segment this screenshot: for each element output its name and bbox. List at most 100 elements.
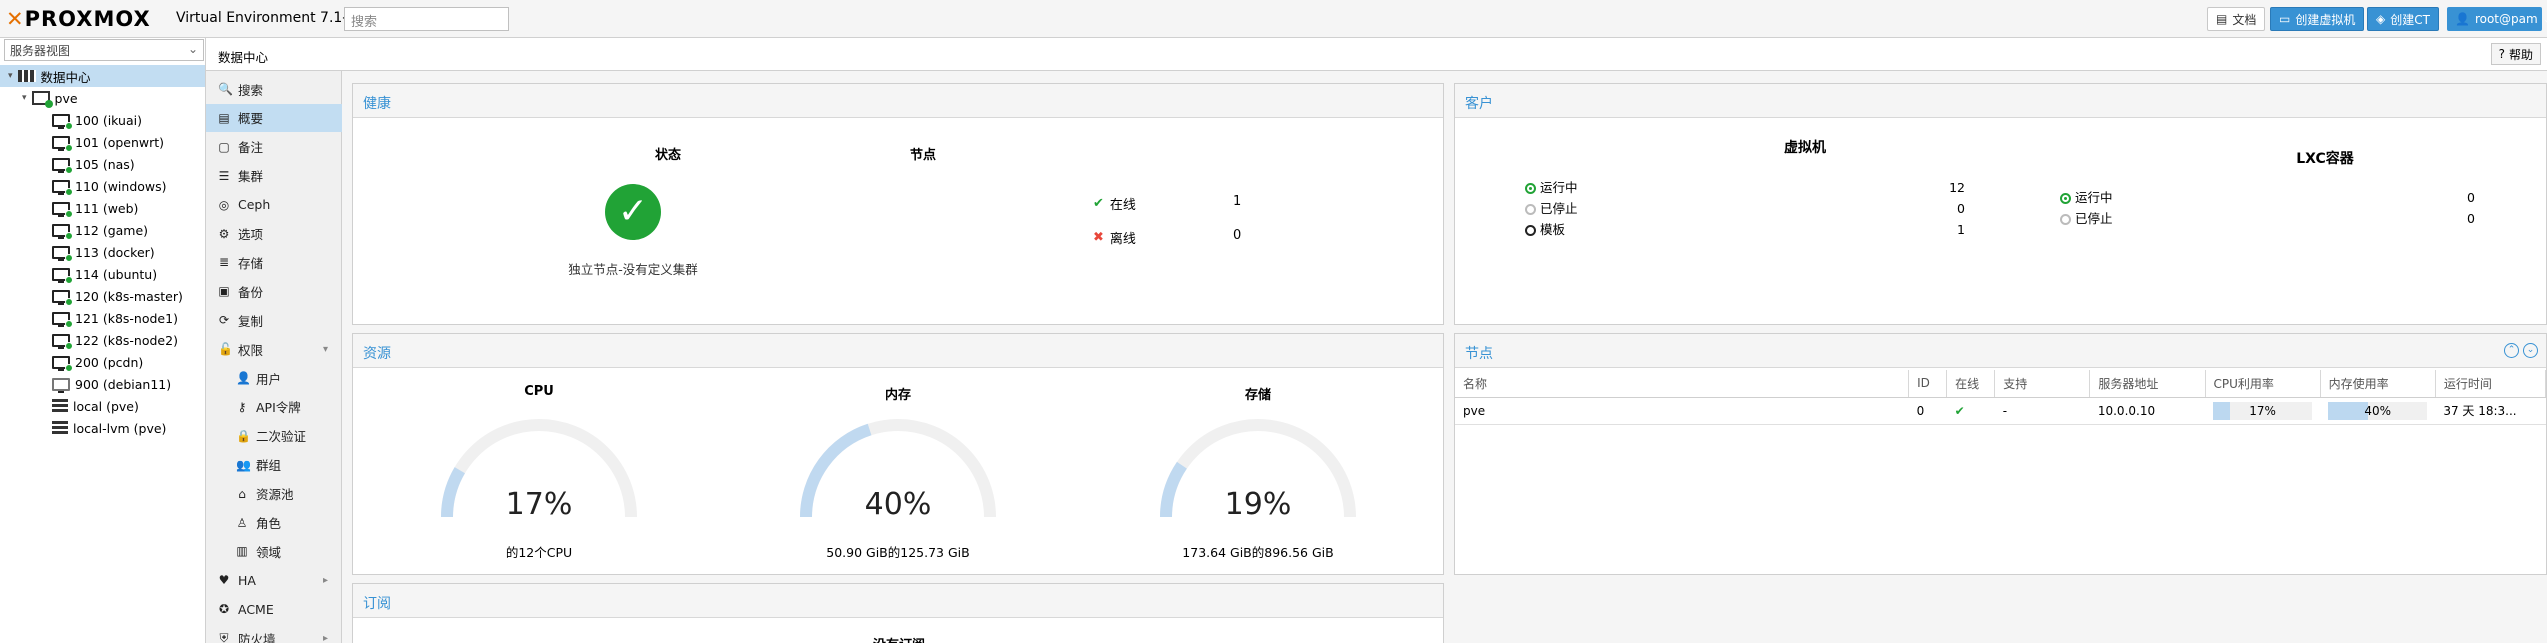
menu-item[interactable]: ▢ 备注 bbox=[206, 133, 342, 161]
menu-item[interactable]: ♥ HA ▸ bbox=[206, 566, 342, 594]
tree-item-label: 100 (ikuai) bbox=[75, 112, 142, 128]
menu-item[interactable]: ▥ 领域 bbox=[206, 537, 342, 565]
stopped-icon bbox=[2060, 214, 2071, 225]
tree-item[interactable]: 114 (ubuntu) bbox=[52, 263, 157, 285]
menu-item[interactable]: ▣ 备份 bbox=[206, 277, 342, 305]
tree-item[interactable]: 900 (debian11) bbox=[52, 373, 171, 395]
tree-item[interactable]: 100 (ikuai) bbox=[52, 109, 142, 131]
menu-item[interactable]: ⛨ 防火墙 ▸ bbox=[206, 624, 342, 643]
tree-item[interactable]: local-lvm (pve) bbox=[52, 417, 166, 439]
create-ct-button[interactable]: ◈ 创建CT bbox=[2367, 7, 2439, 31]
vm-icon bbox=[52, 355, 73, 372]
gauge-heading: 存储 bbox=[1244, 388, 1271, 403]
memory-gauge: 内存 40% 50.90 GiB的125.73 GiB bbox=[788, 384, 1008, 564]
tree-item[interactable]: 105 (nas) bbox=[52, 153, 135, 175]
tree-item[interactable]: 120 (k8s-master) bbox=[52, 285, 183, 307]
gauge-detail: 50.90 GiB的125.73 GiB bbox=[826, 545, 970, 560]
menu-item[interactable]: 🔒 二次验证 bbox=[206, 422, 342, 450]
panel-title: 健康 bbox=[353, 84, 1443, 118]
menu-item[interactable]: ◎ Ceph bbox=[206, 191, 342, 219]
tree-item[interactable]: 122 (k8s-node2) bbox=[52, 329, 178, 351]
times-icon: ✖ bbox=[1093, 230, 1104, 245]
menu-item[interactable]: ✪ ACME bbox=[206, 595, 342, 623]
lxc-heading: LXC容器 bbox=[2296, 151, 2354, 167]
vm-template-row: 模板 bbox=[1525, 219, 1578, 240]
menu-item-label: 概要 bbox=[238, 111, 264, 127]
column-header[interactable]: 支持 bbox=[1994, 370, 2091, 398]
column-header[interactable]: 在线 bbox=[1946, 370, 1996, 398]
gauge-detail: 的12个CPU bbox=[505, 545, 573, 560]
column-header[interactable]: 名称 bbox=[1455, 370, 1910, 398]
template-icon bbox=[1525, 225, 1536, 236]
menu-item[interactable]: ♙ 角色 bbox=[206, 509, 342, 537]
tree-item[interactable]: 110 (windows) bbox=[52, 175, 167, 197]
menu-item-label: 备注 bbox=[238, 140, 264, 156]
help-button[interactable]: ? 帮助 bbox=[2490, 43, 2541, 65]
table-row[interactable]: pve 0 ✔ -10.0.0.10 17% 40% 37 天 18:3... bbox=[1455, 397, 2546, 425]
tree-item[interactable]: 200 (pcdn) bbox=[52, 351, 143, 373]
tree-item[interactable]: local (pve) bbox=[52, 395, 139, 417]
panel-title: 节点 bbox=[1455, 334, 2546, 368]
top-bar: ✕ PROXMOX Virtual Environment 7.1-8 搜索 ▤ 文… bbox=[0, 0, 2547, 38]
column-header[interactable]: 服务器地址 bbox=[2089, 370, 2206, 398]
mem-progress-bar: 40% bbox=[2328, 401, 2428, 420]
menu-item[interactable]: 🔓 权限 ▾ bbox=[206, 335, 342, 363]
cell-id: 0 bbox=[1908, 397, 1947, 425]
unlock-icon: 🔓 bbox=[218, 342, 233, 357]
menu-item[interactable]: ▤ 概要 bbox=[206, 103, 342, 132]
vm-icon bbox=[52, 223, 73, 240]
vm-icon bbox=[52, 135, 73, 152]
menu-item-label: HA bbox=[238, 572, 256, 588]
ceph-icon: ◎ bbox=[218, 197, 230, 212]
proxmox-logo[interactable]: ✕ PROXMOX bbox=[6, 6, 151, 32]
search-input[interactable]: 搜索 bbox=[344, 7, 509, 31]
column-header[interactable]: 运行时间 bbox=[2435, 370, 2547, 398]
docs-button[interactable]: ▤ 文档 bbox=[2207, 7, 2266, 31]
gauge-heading: 内存 bbox=[884, 388, 911, 403]
tree-datacenter[interactable]: ▾ 数据中心 bbox=[0, 65, 205, 87]
menu-item-label: 群组 bbox=[256, 458, 282, 474]
vm-status-list: 运行中 已停止 模板 bbox=[1525, 177, 1578, 240]
vm-icon bbox=[52, 289, 73, 306]
vm-icon bbox=[52, 113, 73, 130]
vm-icon bbox=[52, 179, 73, 196]
male-icon: ♙ bbox=[236, 515, 248, 530]
gauge-value: 17% bbox=[505, 487, 573, 522]
column-header[interactable]: CPU利用率 bbox=[2205, 370, 2321, 398]
menu-item[interactable]: 👤 用户 bbox=[206, 364, 342, 392]
tree-node-pve[interactable]: ▾ pve bbox=[22, 87, 78, 109]
tree-item[interactable]: 113 (docker) bbox=[52, 241, 155, 263]
tree-item[interactable]: 111 (web) bbox=[52, 197, 138, 219]
vm-heading: 虚拟机 bbox=[1784, 140, 1826, 156]
menu-item[interactable]: ⚙ 选项 bbox=[206, 220, 342, 248]
running-icon bbox=[2060, 193, 2071, 204]
chevron-down-icon[interactable]: ⌄ bbox=[2523, 343, 2538, 358]
create-vm-button[interactable]: ▭ 创建虚拟机 bbox=[2270, 7, 2365, 31]
column-header[interactable]: 内存使用率 bbox=[2320, 370, 2436, 398]
menu-item[interactable]: ⚷ API令牌 bbox=[206, 393, 342, 421]
menu-item[interactable]: ☰ 集群 bbox=[206, 162, 342, 190]
collapse-up-icon[interactable]: ⌃ bbox=[2504, 343, 2519, 358]
chevron-down-icon: ▾ bbox=[322, 343, 328, 355]
status-text: 独立节点-没有定义集群 bbox=[568, 262, 698, 277]
key-icon: ⚷ bbox=[237, 399, 247, 414]
menu-item[interactable]: ⌂ 资源池 bbox=[206, 480, 342, 508]
tree-item[interactable]: 101 (openwrt) bbox=[52, 131, 164, 153]
shield-icon: ⛨ bbox=[219, 630, 229, 643]
storage-icon bbox=[52, 421, 68, 435]
menu-item[interactable]: 👥 群组 bbox=[206, 451, 342, 479]
tree-item[interactable]: 121 (k8s-node1) bbox=[52, 307, 178, 329]
menu-item[interactable]: ≣ 存储 bbox=[206, 248, 342, 276]
menu-item[interactable]: 🔍 搜索 bbox=[206, 75, 342, 103]
column-header[interactable]: ID bbox=[1908, 370, 1948, 398]
tree-item[interactable]: 112 (game) bbox=[52, 219, 148, 241]
menu-item[interactable]: ⟳ 复制 bbox=[206, 306, 342, 334]
menu-item-label: 选项 bbox=[238, 227, 264, 242]
tree-item-label: local (pve) bbox=[73, 398, 139, 414]
storage-icon bbox=[52, 399, 68, 413]
user-menu-button[interactable]: 👤root@pam⌄ bbox=[2447, 7, 2547, 31]
view-selector[interactable]: 服务器视图 ⌄ bbox=[4, 39, 204, 61]
tree-item-label: 113 (docker) bbox=[75, 244, 155, 260]
monitor-icon: ▭ bbox=[2279, 12, 2291, 26]
collapse-arrow-icon: ▾ bbox=[8, 71, 13, 81]
